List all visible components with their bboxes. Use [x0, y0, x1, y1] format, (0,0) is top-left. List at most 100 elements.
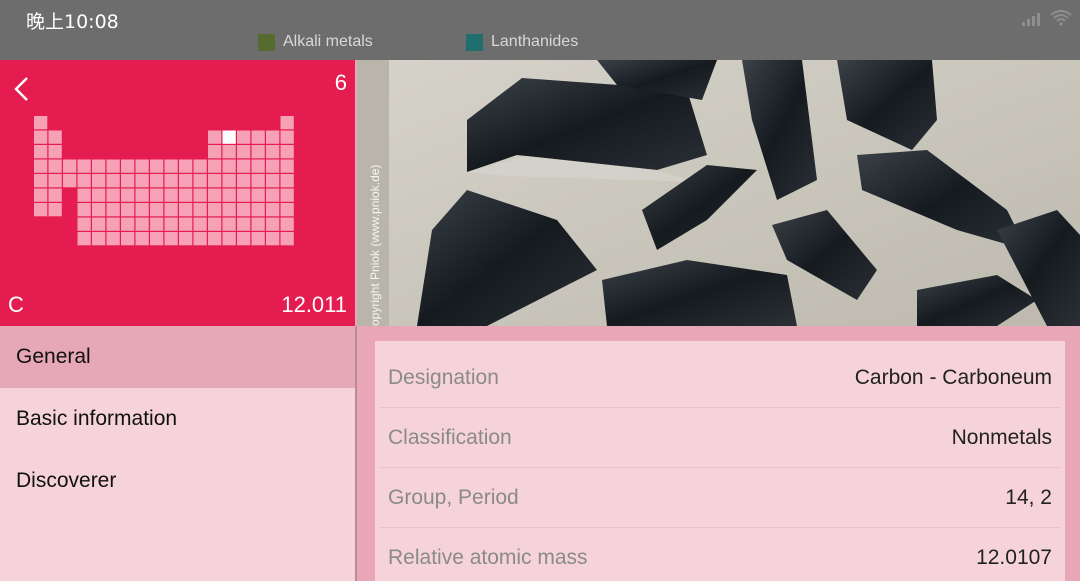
table-cell	[237, 159, 251, 173]
table-cell	[150, 232, 164, 246]
table-cell	[237, 217, 251, 231]
table-cell	[121, 203, 135, 217]
detail-label: Classification	[388, 425, 512, 449]
table-cell	[251, 203, 265, 217]
table-cell	[121, 232, 135, 246]
table-cell	[106, 232, 120, 246]
table-cell	[106, 159, 120, 173]
table-cell	[77, 188, 91, 202]
detail-row-designation: Designation Carbon - Carboneum	[380, 348, 1060, 408]
table-cell	[193, 232, 207, 246]
detail-row-relative-atomic-mass: Relative atomic mass 12.0107	[380, 528, 1060, 581]
legend-label: Alkali metals	[283, 33, 373, 50]
table-cell	[193, 188, 207, 202]
table-cell	[222, 217, 236, 231]
table-cell	[77, 203, 91, 217]
table-cell	[266, 217, 280, 231]
table-cell	[77, 217, 91, 231]
table-cell	[135, 174, 149, 188]
table-cell	[280, 116, 294, 130]
table-cell	[150, 188, 164, 202]
table-cell	[280, 232, 294, 246]
table-cell	[193, 159, 207, 173]
table-cell	[222, 174, 236, 188]
table-cell	[34, 188, 48, 202]
table-cell	[251, 232, 265, 246]
table-cell	[63, 174, 77, 188]
table-cell	[106, 203, 120, 217]
table-cell	[164, 232, 178, 246]
table-cell	[135, 159, 149, 173]
table-cell	[164, 159, 178, 173]
table-cell	[150, 217, 164, 231]
back-arrow-icon[interactable]	[12, 76, 32, 102]
detail-row-group-period: Group, Period 14, 2	[380, 468, 1060, 528]
element-mass: 12.011	[281, 292, 347, 317]
table-cell	[92, 188, 106, 202]
table-cell	[208, 159, 222, 173]
table-cell	[164, 203, 178, 217]
table-cell	[164, 174, 178, 188]
table-cell	[106, 188, 120, 202]
table-cell	[222, 145, 236, 159]
detail-value: Carbon - Carboneum	[854, 365, 1052, 389]
table-cell	[193, 217, 207, 231]
table-cell	[106, 174, 120, 188]
table-cell	[121, 159, 135, 173]
nav-item-general[interactable]: General	[0, 326, 355, 388]
table-cell	[106, 217, 120, 231]
table-cell	[77, 159, 91, 173]
section-nav: General Basic information Discoverer	[0, 326, 355, 581]
table-cell	[237, 203, 251, 217]
table-cell	[179, 203, 193, 217]
table-cell	[150, 159, 164, 173]
table-cell	[251, 188, 265, 202]
table-cell	[280, 217, 294, 231]
table-cell	[92, 232, 106, 246]
table-cell	[237, 130, 251, 144]
table-cell	[135, 217, 149, 231]
details-panel: Designation Carbon - Carboneum Classific…	[375, 341, 1065, 581]
table-cell	[34, 145, 48, 159]
nav-item-discoverer[interactable]: Discoverer	[0, 450, 355, 512]
table-cell	[92, 159, 106, 173]
table-cell	[63, 159, 77, 173]
table-cell	[251, 159, 265, 173]
status-time: 晚上10:08	[26, 11, 119, 33]
detail-value: 12.0107	[976, 546, 1052, 569]
table-cell	[237, 188, 251, 202]
table-cell	[208, 188, 222, 202]
signal-icon	[1022, 13, 1040, 26]
table-cell	[34, 116, 48, 130]
detail-label: Relative atomic mass	[388, 546, 588, 569]
status-icons	[1022, 10, 1072, 26]
detail-value: Nonmetals	[951, 425, 1052, 449]
table-cell	[222, 203, 236, 217]
table-cell	[135, 188, 149, 202]
table-cell	[92, 217, 106, 231]
periodic-table-thumbnail[interactable]	[0, 60, 355, 326]
table-cell	[48, 203, 62, 217]
table-cell	[121, 188, 135, 202]
table-cell	[208, 130, 222, 144]
table-cell	[193, 203, 207, 217]
table-cell	[237, 232, 251, 246]
table-cell	[222, 159, 236, 173]
table-cell	[208, 203, 222, 217]
table-cell	[164, 217, 178, 231]
table-cell	[179, 174, 193, 188]
element-photo: opyright Pniok (www.pniok.de)	[357, 60, 1080, 326]
nav-item-basic-information[interactable]: Basic information	[0, 388, 355, 450]
table-cell	[266, 159, 280, 173]
table-cell	[34, 159, 48, 173]
table-cell	[237, 174, 251, 188]
table-cell	[208, 217, 222, 231]
table-cell	[251, 217, 265, 231]
table-cell	[280, 188, 294, 202]
table-cell	[193, 174, 207, 188]
table-cell	[237, 145, 251, 159]
table-cell	[280, 130, 294, 144]
legend-item-lanthanides: Lanthanides	[466, 33, 578, 51]
table-cell	[208, 174, 222, 188]
table-cell	[77, 174, 91, 188]
